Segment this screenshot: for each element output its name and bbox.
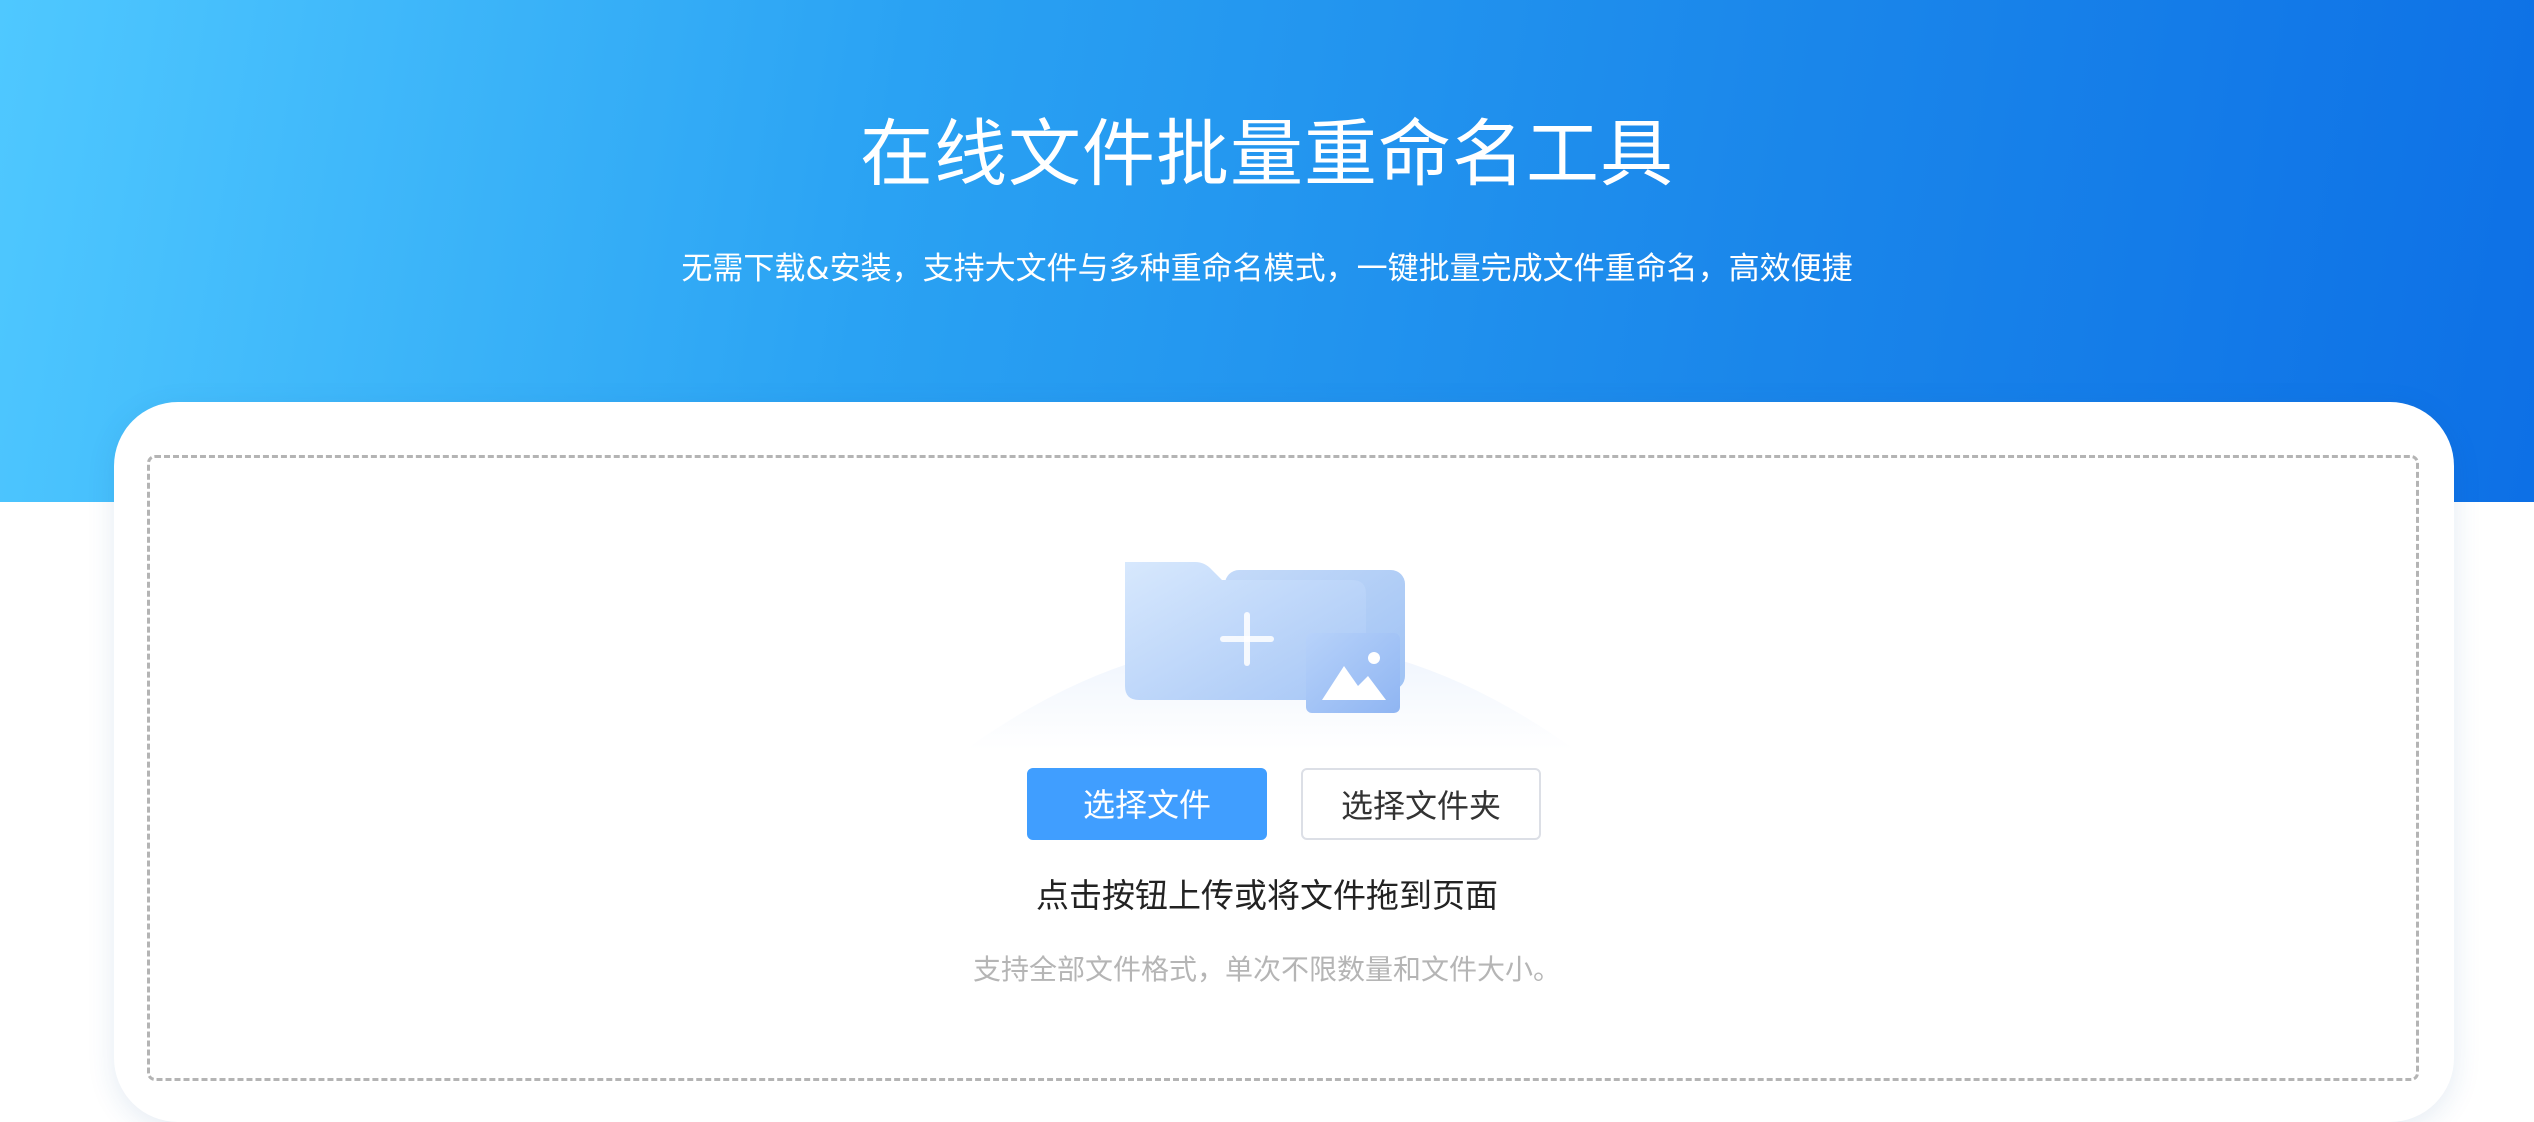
page-title: 在线文件批量重命名工具: [860, 112, 1674, 197]
page-subtitle: 无需下载&安装，支持大文件与多种重命名模式，一键批量完成文件重命名，高效便捷: [681, 251, 1853, 287]
upload-sub-hint: 支持全部文件格式，单次不限数量和文件大小。: [972, 953, 1561, 986]
select-file-button[interactable]: 选择文件: [1027, 768, 1267, 840]
folder-add-image-icon: [960, 550, 1580, 750]
upload-hint: 点击按钮上传或将文件拖到页面: [1036, 876, 1498, 915]
select-folder-button[interactable]: 选择文件夹: [1301, 768, 1541, 840]
